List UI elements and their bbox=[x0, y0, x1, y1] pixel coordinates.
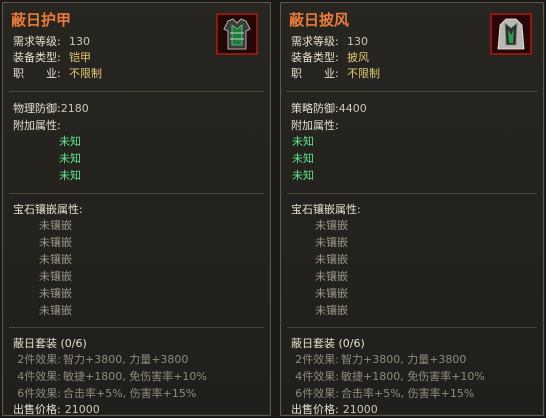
divider bbox=[287, 327, 537, 328]
divider bbox=[9, 91, 264, 92]
set-bonus-2: 2件效果: 智力+3800, 力量+3800 bbox=[17, 353, 189, 366]
set-label: 蔽日套装 (0/6) bbox=[13, 337, 87, 350]
req-level-row: 需求等级: 130 bbox=[291, 35, 368, 48]
gem-slot-5: 未镶嵌 bbox=[39, 287, 72, 300]
sell-price: 出售价格: 21000 bbox=[13, 403, 100, 416]
extra-attr-1: 未知 bbox=[292, 135, 314, 148]
gem-attr-label: 宝石镶嵌属性: bbox=[13, 203, 83, 216]
extra-attr-2: 未知 bbox=[59, 152, 81, 165]
set-bonus-6: 6件效果: 合击率+5%, 伤害率+15% bbox=[17, 387, 197, 400]
armor-icon bbox=[216, 13, 258, 55]
equip-type-row: 装备类型: 披风 bbox=[291, 51, 369, 64]
set-bonus-6: 6件效果: 合击率+5%, 伤害率+15% bbox=[295, 387, 475, 400]
item-title: 蔽日护甲 bbox=[11, 11, 72, 29]
gem-attr-label: 宝石镶嵌属性: bbox=[291, 203, 361, 216]
defense-stat: 策略防御:4400 bbox=[291, 102, 367, 115]
extra-attr-label: 附加属性: bbox=[13, 119, 61, 132]
gem-slot-4: 未镶嵌 bbox=[39, 270, 72, 283]
item-title: 蔽日披风 bbox=[289, 11, 350, 29]
class-row: 职 业: 不限制 bbox=[291, 67, 380, 80]
divider bbox=[9, 193, 264, 194]
gem-slot-1: 未镶嵌 bbox=[39, 219, 72, 232]
equip-type-row: 装备类型: 铠甲 bbox=[13, 51, 91, 64]
set-bonus-4: 4件效果: 敏捷+1800, 免伤害率+10% bbox=[295, 370, 485, 383]
cloak-icon bbox=[490, 13, 532, 55]
divider bbox=[287, 193, 537, 194]
defense-stat: 物理防御:2180 bbox=[13, 102, 89, 115]
gem-slot-5: 未镶嵌 bbox=[315, 287, 348, 300]
gem-slot-6: 未镶嵌 bbox=[39, 304, 72, 317]
set-bonus-4: 4件效果: 敏捷+1800, 免伤害率+10% bbox=[17, 370, 207, 383]
sell-price: 出售价格: 21000 bbox=[291, 403, 378, 416]
extra-attr-3: 未知 bbox=[292, 169, 314, 182]
gem-slot-6: 未镶嵌 bbox=[315, 304, 348, 317]
divider bbox=[287, 91, 537, 92]
gem-slot-3: 未镶嵌 bbox=[39, 253, 72, 266]
divider bbox=[9, 327, 264, 328]
gem-slot-3: 未镶嵌 bbox=[315, 253, 348, 266]
extra-attr-1: 未知 bbox=[59, 135, 81, 148]
extra-attr-3: 未知 bbox=[59, 169, 81, 182]
gem-slot-4: 未镶嵌 bbox=[315, 270, 348, 283]
gem-slot-2: 未镶嵌 bbox=[315, 236, 348, 249]
gem-slot-2: 未镶嵌 bbox=[39, 236, 72, 249]
tooltip-armor: 蔽日护甲 需求等级: 130 装备类型: 铠甲 职 业: 不限制 物理防御:2180 … bbox=[2, 2, 271, 416]
gem-slot-1: 未镶嵌 bbox=[315, 219, 348, 232]
req-level-row: 需求等级: 130 bbox=[13, 35, 90, 48]
set-bonus-2: 2件效果: 智力+3800, 力量+3800 bbox=[295, 353, 467, 366]
set-label: 蔽日套装 (0/6) bbox=[291, 337, 365, 350]
class-row: 职 业: 不限制 bbox=[13, 67, 102, 80]
extra-attr-label: 附加属性: bbox=[291, 119, 339, 132]
extra-attr-2: 未知 bbox=[292, 152, 314, 165]
tooltip-cloak: 蔽日披风 需求等级: 130 装备类型: 披风 职 业: 不限制 策略防御:4400 … bbox=[280, 2, 544, 416]
